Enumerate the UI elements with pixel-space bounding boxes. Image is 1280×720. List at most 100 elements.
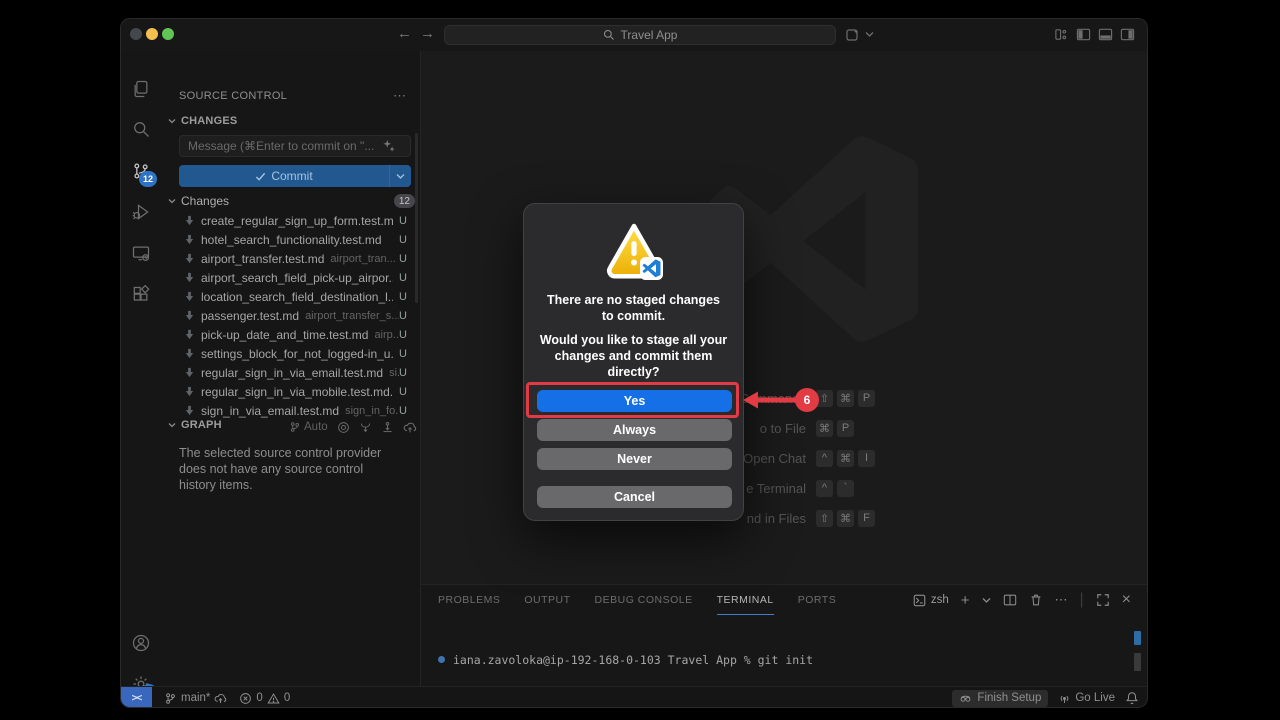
overview-ruler-scroll-mark[interactable] — [1134, 653, 1141, 671]
terminal-icon — [913, 594, 926, 607]
graph-section-header[interactable]: GRAPH — [167, 419, 222, 431]
graph-auto-toggle[interactable]: Auto — [289, 421, 328, 433]
markdown-file-icon — [184, 310, 195, 321]
new-terminal-icon[interactable]: + — [961, 592, 970, 609]
toggle-secondary-sidebar-icon[interactable] — [1120, 27, 1136, 43]
sidebar-scrollbar[interactable] — [415, 133, 418, 303]
file-status: U — [399, 253, 407, 265]
target-icon[interactable] — [337, 421, 350, 434]
back-icon[interactable]: ← — [397, 25, 412, 42]
source-control-badge: 12 — [139, 171, 157, 187]
keycap: ⇧ — [816, 510, 833, 527]
close-traffic-light[interactable] — [130, 28, 142, 40]
source-control-panel: SOURCE CONTROL ⋯ CHANGES Message (⌘Enter… — [161, 51, 421, 686]
annotation-step-badge: 6 — [795, 388, 819, 412]
changed-file-row[interactable]: airport_search_field_pick-up_airpor... U — [161, 268, 421, 287]
copilot-icon[interactable] — [845, 27, 861, 43]
markdown-file-icon — [184, 386, 195, 397]
changed-file-row[interactable]: settings_block_for_not_logged-in_u... U — [161, 344, 421, 363]
explorer-icon[interactable] — [121, 69, 161, 109]
panel-more-icon[interactable]: ⋯ — [1055, 592, 1068, 608]
tab-problems[interactable]: PROBLEMS — [438, 585, 500, 615]
changed-file-row[interactable]: regular_sign_in_via_mobile.test.md... U — [161, 382, 421, 401]
branch-name: main* — [181, 692, 210, 704]
pull-icon[interactable] — [381, 421, 394, 434]
extensions-icon[interactable] — [121, 275, 161, 315]
changed-file-row[interactable]: regular_sign_in_via_email.test.md si... … — [161, 363, 421, 382]
maximize-panel-icon[interactable] — [1096, 593, 1110, 607]
changed-file-row[interactable]: hotel_search_functionality.test.md U — [161, 230, 421, 249]
commit-dropdown-icon[interactable] — [389, 165, 411, 187]
customize-layout-icon[interactable] — [1054, 27, 1070, 43]
error-icon — [239, 692, 252, 705]
file-name: sign_in_via_email.test.md — [201, 404, 339, 418]
markdown-file-icon — [184, 291, 195, 302]
changed-file-row[interactable]: pick-up_date_and_time.test.md airp... U — [161, 325, 421, 344]
problems-status-item[interactable]: 0 0 — [239, 692, 290, 705]
commit-confirmation-dialog: There are no staged changes to commit. W… — [523, 203, 744, 521]
changes-count-badge: 12 — [394, 194, 415, 208]
changed-file-row[interactable]: location_search_field_destination_l... U — [161, 287, 421, 306]
minimize-traffic-light[interactable] — [146, 28, 158, 40]
source-control-icon[interactable]: 12 — [121, 151, 161, 191]
commit-button[interactable]: Commit — [179, 165, 411, 187]
changed-file-row[interactable]: passenger.test.md airport_transfer_s... … — [161, 306, 421, 325]
changes-section-header[interactable]: CHANGES — [167, 115, 237, 127]
notifications-bell-icon[interactable] — [1125, 691, 1139, 705]
shell-selector[interactable]: zsh — [913, 594, 949, 607]
markdown-file-icon — [184, 329, 195, 340]
remote-explorer-icon[interactable] — [121, 233, 161, 273]
cancel-button[interactable]: Cancel — [537, 486, 732, 508]
tab-terminal[interactable]: TERMINAL — [717, 585, 774, 615]
finish-setup-icon — [959, 692, 972, 705]
changed-file-row[interactable]: create_regular_sign_up_form.test.md U — [161, 211, 421, 230]
dialog-message-body: Would you like to stage all your changes… — [540, 332, 728, 380]
tab-output[interactable]: OUTPUT — [524, 585, 570, 615]
close-panel-icon[interactable]: × — [1122, 591, 1131, 609]
fetch-icon[interactable] — [359, 421, 372, 434]
annotation-arrow-icon — [743, 388, 797, 412]
changes-tree-header[interactable]: Changes 12 — [167, 194, 415, 208]
forward-icon[interactable]: → — [420, 25, 435, 42]
file-name: airport_transfer.test.md — [201, 252, 324, 266]
generate-commit-message-icon[interactable] — [382, 139, 396, 153]
changed-file-row[interactable]: airport_transfer.test.md airport_tran...… — [161, 249, 421, 268]
kill-terminal-icon[interactable] — [1029, 593, 1043, 607]
markdown-file-icon — [184, 348, 195, 359]
divider: | — [1080, 591, 1084, 609]
changed-file-row[interactable]: sign_in_via_email.test.md sign_in_fo... … — [161, 401, 421, 420]
shell-label: zsh — [931, 594, 949, 606]
bottom-panel: PROBLEMS OUTPUT DEBUG CONSOLE TERMINAL P… — [421, 584, 1148, 686]
chevron-down-icon[interactable] — [865, 31, 881, 47]
file-secondary: sign_in_fo... — [345, 405, 399, 417]
finish-setup-item[interactable]: Finish Setup — [952, 690, 1048, 707]
markdown-file-icon — [184, 272, 195, 283]
toggle-panel-icon[interactable] — [1098, 27, 1114, 43]
always-button[interactable]: Always — [537, 419, 732, 441]
chevron-down-icon[interactable] — [982, 597, 991, 604]
tab-debug-console[interactable]: DEBUG CONSOLE — [595, 585, 693, 615]
commit-message-input[interactable]: Message (⌘Enter to commit on "... — [179, 135, 411, 157]
remote-indicator[interactable]: >< — [121, 687, 152, 708]
file-name: regular_sign_in_via_email.test.md — [201, 366, 383, 380]
branch-icon — [289, 421, 301, 433]
zoom-traffic-light[interactable] — [162, 28, 174, 40]
commit-button-main[interactable]: Commit — [179, 169, 389, 183]
tab-ports[interactable]: PORTS — [798, 585, 836, 615]
accounts-icon[interactable] — [121, 623, 161, 663]
more-actions-icon[interactable]: ⋯ — [393, 88, 406, 104]
branch-status-item[interactable]: main* — [164, 692, 227, 705]
go-live-item[interactable]: Go Live — [1058, 692, 1115, 705]
command-center-search[interactable]: Travel App — [444, 25, 836, 45]
finish-setup-label: Finish Setup — [977, 692, 1041, 704]
split-terminal-icon[interactable] — [1003, 593, 1017, 607]
file-name: settings_block_for_not_logged-in_u... — [201, 347, 393, 361]
cloud-upload-icon[interactable] — [403, 421, 417, 434]
panel-title: SOURCE CONTROL — [179, 90, 287, 102]
title-bar: ← → Travel App — [121, 19, 1147, 51]
run-debug-icon[interactable] — [121, 192, 161, 232]
never-button[interactable]: Never — [537, 448, 732, 470]
file-name: create_regular_sign_up_form.test.md — [201, 214, 393, 228]
toggle-primary-sidebar-icon[interactable] — [1076, 27, 1092, 43]
search-icon[interactable] — [121, 109, 161, 149]
